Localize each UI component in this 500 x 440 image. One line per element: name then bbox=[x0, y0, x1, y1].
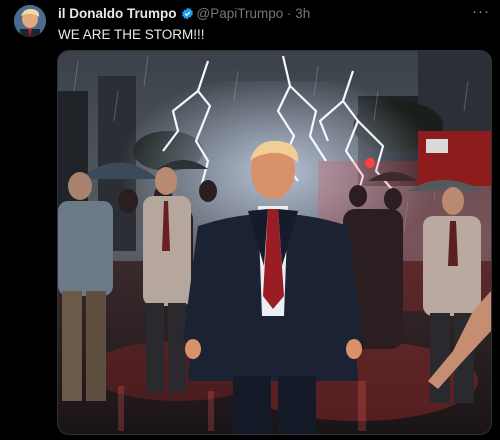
tweet[interactable]: il Donaldo Trumpo @PapiTrumpo · 3h ··· WE… bbox=[0, 0, 500, 440]
tweet-image[interactable] bbox=[57, 50, 492, 435]
display-name[interactable]: il Donaldo Trumpo bbox=[58, 6, 177, 21]
avatar[interactable] bbox=[14, 5, 46, 37]
handle[interactable]: @PapiTrumpo bbox=[197, 6, 284, 21]
timestamp[interactable]: 3h bbox=[295, 6, 310, 21]
verified-badge-icon bbox=[181, 7, 194, 20]
more-options-button[interactable]: ··· bbox=[472, 3, 490, 20]
image-icon bbox=[58, 51, 491, 434]
tweet-text: WE ARE THE STORM!!! bbox=[58, 27, 205, 42]
tweet-header: il Donaldo Trumpo @PapiTrumpo · 3h bbox=[58, 6, 310, 21]
separator: · bbox=[287, 6, 292, 21]
